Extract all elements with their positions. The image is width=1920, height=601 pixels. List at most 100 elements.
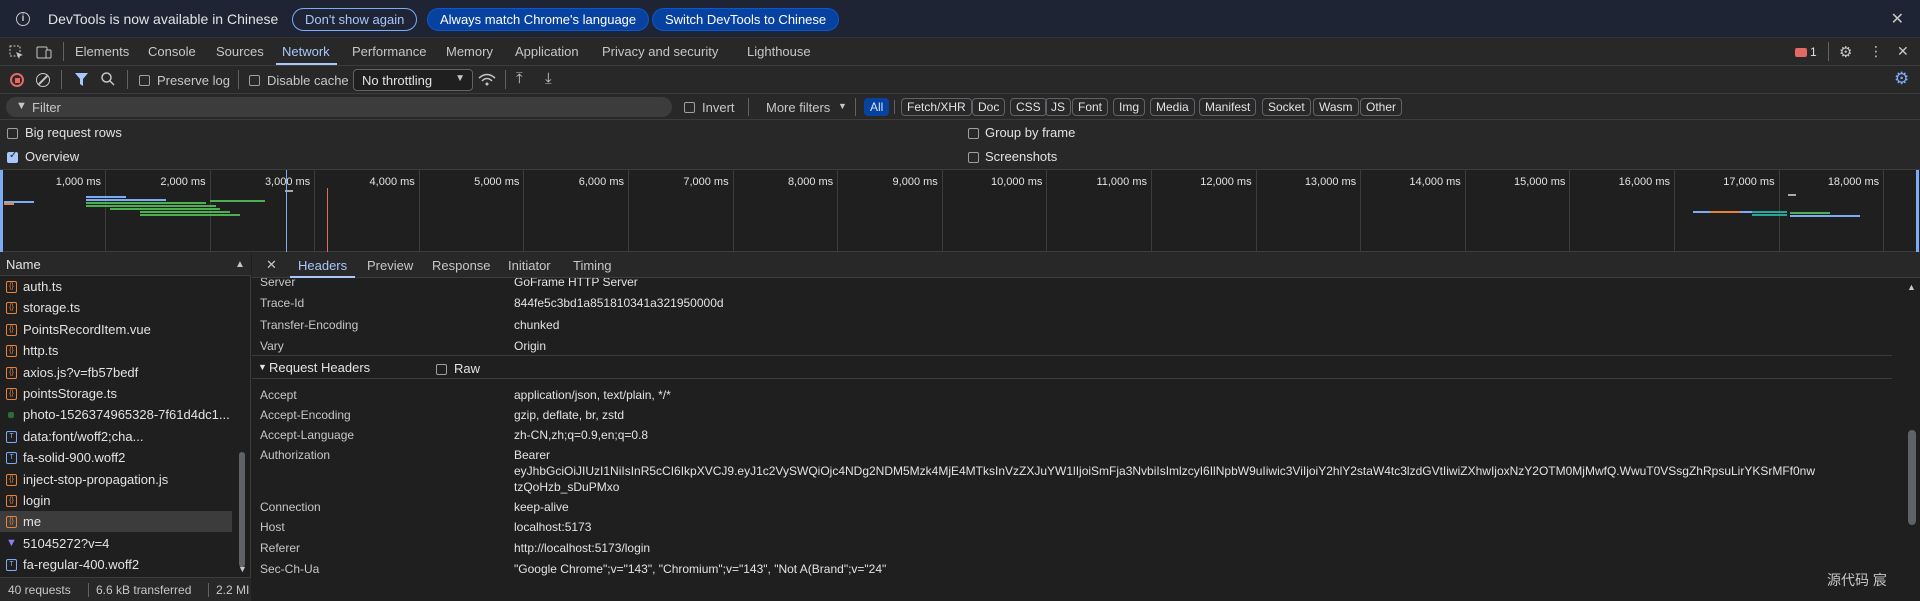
search-icon[interactable]: [101, 72, 115, 86]
request-row[interactable]: Tdata:font/woff2;cha...: [0, 426, 232, 447]
timeline-tick-label: 8,000 ms: [787, 176, 834, 188]
tab-privacy-security[interactable]: Privacy and security: [602, 44, 718, 59]
disable-cache-checkbox[interactable]: [249, 75, 260, 86]
filter-chip-all[interactable]: All: [864, 98, 890, 116]
request-name: fa-regular-400.woff2: [23, 557, 140, 573]
request-row[interactable]: {} axios.js?v=fb57bedf: [0, 362, 232, 383]
request-row[interactable]: {} pointsStorage.ts: [0, 383, 232, 404]
filter-chip-socket[interactable]: Socket: [1262, 98, 1311, 116]
details-scrollbar[interactable]: [1908, 430, 1916, 525]
tab-sources[interactable]: Sources: [216, 44, 264, 59]
filter-chip-manifest[interactable]: Manifest: [1199, 98, 1257, 116]
more-filters-dropdown[interactable]: More filters: [766, 100, 830, 115]
timeline-tick-label: 6,000 ms: [578, 176, 624, 188]
header-key: Authorization: [260, 448, 331, 462]
header-key: Accept-Encoding: [260, 408, 351, 422]
network-overview-timeline[interactable]: 1,000 ms 2,000 ms 3,000 ms 4,000 ms 5,000 ms…: [0, 170, 1920, 252]
settings-gear-icon[interactable]: ⚙: [1839, 43, 1852, 61]
request-row[interactable]: photo-1526374965328-7f61d4dc1...: [0, 404, 232, 425]
preserve-log-checkbox[interactable]: [139, 75, 150, 86]
big-request-rows-checkbox[interactable]: [7, 128, 18, 139]
clear-icon[interactable]: [36, 73, 50, 87]
chevron-down-icon: ▼: [455, 73, 465, 84]
filter-chip-font[interactable]: Font: [1072, 98, 1109, 116]
request-row[interactable]: ▼ 51045272?v=4: [0, 533, 232, 554]
tab-lighthouse[interactable]: Lighthouse: [747, 44, 811, 59]
filter-chip-media[interactable]: Media: [1150, 98, 1195, 116]
request-row[interactable]: {} login: [0, 490, 232, 511]
header-key: Accept-Language: [260, 428, 355, 442]
export-har-icon[interactable]: ⤓: [545, 70, 552, 87]
scroll-up-icon[interactable]: ▲: [1907, 282, 1916, 292]
language-infobar: i DevTools is now available in Chinese D…: [0, 0, 1920, 38]
switch-to-chinese-button[interactable]: Switch DevTools to Chinese: [652, 8, 840, 31]
filter-chip-doc[interactable]: Doc: [972, 98, 1006, 116]
tab-console[interactable]: Console: [148, 44, 196, 59]
tab-performance[interactable]: Performance: [352, 44, 426, 59]
close-infobar-icon[interactable]: ✕: [1891, 9, 1904, 29]
request-list-scrollbar[interactable]: [239, 452, 245, 567]
request-row[interactable]: {} http.ts: [0, 340, 232, 361]
request-row[interactable]: {} auth.ts: [0, 276, 232, 297]
tab-preview[interactable]: Preview: [367, 258, 413, 273]
timeline-gridline: [1046, 170, 1048, 252]
filter-chip-js[interactable]: JS: [1045, 98, 1072, 116]
device-toolbar-icon[interactable]: [36, 45, 52, 60]
font-file-icon: T: [6, 452, 17, 465]
filter-icon[interactable]: [75, 73, 88, 86]
dont-show-again-button[interactable]: Don't show again: [292, 8, 418, 31]
filter-chip-other[interactable]: Other: [1360, 98, 1403, 116]
more-options-icon[interactable]: ⋮: [1869, 43, 1883, 60]
request-row[interactable]: {} storage.ts: [0, 297, 232, 318]
request-row[interactable]: {} inject-stop-propagation.js: [0, 469, 232, 490]
screenshots-checkbox[interactable]: [968, 152, 979, 163]
header-key: Accept: [260, 388, 297, 402]
issues-badge[interactable]: 1: [1795, 45, 1817, 59]
close-devtools-icon[interactable]: ✕: [1897, 43, 1909, 60]
raw-checkbox[interactable]: [436, 364, 447, 375]
active-tab-indicator: [276, 63, 337, 65]
waterfall-bar: [1788, 194, 1796, 196]
scroll-down-icon[interactable]: ▼: [238, 564, 247, 574]
filter-chip-css[interactable]: CSS: [1010, 98, 1047, 116]
header-value: GoFrame HTTP Server: [514, 278, 638, 289]
request-headers-title[interactable]: Request Headers: [269, 360, 370, 375]
record-stop-icon[interactable]: [10, 73, 24, 87]
expand-triangle-icon[interactable]: ▼: [258, 362, 267, 372]
tab-elements[interactable]: Elements: [75, 44, 129, 59]
tab-application[interactable]: Application: [515, 44, 579, 59]
filter-chip-img[interactable]: Img: [1113, 98, 1146, 116]
tab-timing[interactable]: Timing: [573, 258, 612, 273]
network-conditions-icon[interactable]: [478, 73, 496, 87]
request-list-header[interactable]: Name ▲: [0, 252, 251, 276]
filter-input[interactable]: ▼ Filter: [6, 97, 672, 117]
tab-initiator[interactable]: Initiator: [508, 258, 551, 273]
throttling-select[interactable]: No throttling ▼: [353, 69, 473, 91]
request-row[interactable]: Tfa-solid-900.woff2: [0, 447, 232, 468]
invert-checkbox[interactable]: [684, 102, 695, 113]
network-settings-gear-icon[interactable]: ⚙: [1894, 69, 1909, 89]
header-key: Vary: [260, 339, 284, 353]
headers-content: Server GoFrame HTTP Server Trace-Id 844fe5c…: [252, 278, 1902, 601]
tab-network[interactable]: Network: [282, 44, 330, 59]
inspect-element-icon[interactable]: [9, 45, 24, 60]
filter-chip-fetch-xhr[interactable]: Fetch/XHR: [901, 98, 972, 116]
timeline-tick-label: 1,000 ms: [55, 176, 101, 188]
tab-headers[interactable]: Headers: [298, 258, 347, 273]
group-by-frame-checkbox[interactable]: [968, 128, 979, 139]
close-details-icon[interactable]: ✕: [266, 257, 277, 273]
always-match-language-button[interactable]: Always match Chrome's language: [427, 8, 650, 31]
tab-response[interactable]: Response: [432, 258, 491, 273]
timeline-gridline: [314, 170, 316, 252]
tab-memory[interactable]: Memory: [446, 44, 493, 59]
overview-checkbox[interactable]: [7, 150, 18, 163]
timeline-gridline: [1883, 170, 1885, 252]
filter-chip-wasm[interactable]: Wasm: [1313, 98, 1359, 116]
import-har-icon[interactable]: ⤒: [516, 70, 523, 87]
request-row[interactable]: {} me: [0, 511, 232, 533]
request-row[interactable]: Tfa-regular-400.woff2: [0, 554, 232, 575]
range-handle-left[interactable]: [0, 170, 3, 252]
name-column-header[interactable]: Name: [6, 257, 41, 272]
range-handle-right[interactable]: [1916, 170, 1919, 252]
request-row[interactable]: {} PointsRecordItem.vue: [0, 319, 232, 340]
